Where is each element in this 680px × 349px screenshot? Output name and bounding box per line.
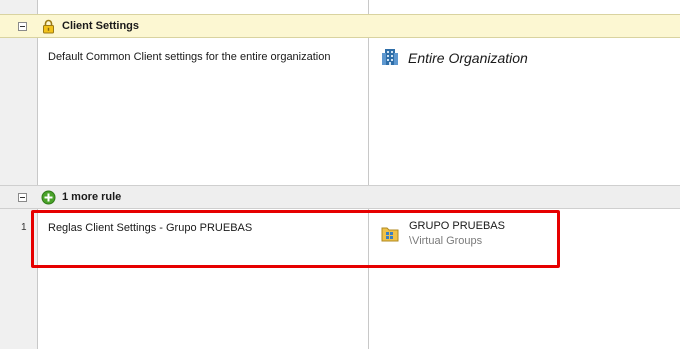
group-label-client-settings: Client Settings bbox=[62, 20, 140, 32]
add-circle-icon bbox=[41, 190, 56, 204]
highlight-box bbox=[31, 210, 560, 268]
group-label-more-rules: 1 more rule bbox=[62, 191, 122, 203]
row-number: 1 bbox=[21, 222, 27, 233]
rule-name-default[interactable]: Default Common Client settings for the e… bbox=[48, 51, 330, 63]
column-divider-left bbox=[37, 0, 38, 349]
target-entire-organization[interactable]: Entire Organization bbox=[408, 50, 528, 66]
group-header-client-settings[interactable]: Client Settings bbox=[0, 14, 680, 38]
row-gutter bbox=[0, 0, 37, 349]
organization-building-icon bbox=[382, 49, 398, 65]
group-header-more-rules[interactable]: 1 more rule bbox=[0, 185, 680, 209]
column-divider-middle bbox=[368, 0, 369, 349]
collapse-toggle-more-rules[interactable] bbox=[18, 192, 27, 202]
lock-icon bbox=[43, 19, 54, 33]
collapse-toggle-client-settings[interactable] bbox=[18, 21, 27, 31]
